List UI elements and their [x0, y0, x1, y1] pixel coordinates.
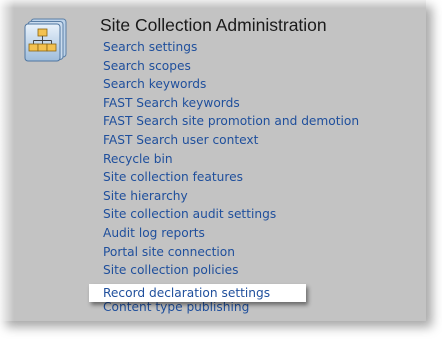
- list-item: Search settings: [103, 38, 359, 57]
- site-collection-administration-panel: Site Collection Administration Search se…: [0, 0, 426, 321]
- portal-site-connection-link[interactable]: Portal site connection: [103, 245, 235, 259]
- list-item: Search scopes: [103, 57, 359, 76]
- content-type-publishing-link[interactable]: Content type publishing: [103, 300, 249, 314]
- search-keywords-link[interactable]: Search keywords: [103, 77, 206, 91]
- list-item: FAST Search site promotion and demotion: [103, 112, 359, 131]
- list-item: FAST Search user context: [103, 131, 359, 150]
- list-item: Portal site connection: [103, 243, 359, 262]
- fast-search-keywords-link[interactable]: FAST Search keywords: [103, 96, 240, 110]
- screenshot-stage: Site Collection Administration Search se…: [0, 0, 442, 343]
- list-item: Site collection audit settings: [103, 205, 359, 224]
- highlighted-link-callout: Record declaration settings: [89, 284, 306, 302]
- site-collection-audit-settings-link[interactable]: Site collection audit settings: [103, 207, 276, 221]
- panel-edge-fade: [0, 0, 14, 321]
- list-item: Recycle bin: [103, 150, 359, 169]
- site-hierarchy-link[interactable]: Site hierarchy: [103, 189, 188, 203]
- search-settings-link[interactable]: Search settings: [103, 40, 197, 54]
- recycle-bin-link[interactable]: Recycle bin: [103, 152, 173, 166]
- site-hierarchy-icon: [24, 16, 68, 62]
- list-item: FAST Search keywords: [103, 94, 359, 113]
- panel-top-fade: [0, 0, 426, 8]
- list-item: Site collection policies: [103, 261, 359, 280]
- admin-links-list: Search settings Search scopes Search key…: [103, 38, 359, 317]
- list-item: Site collection features: [103, 168, 359, 187]
- section-title: Site Collection Administration: [100, 15, 327, 35]
- audit-log-reports-link[interactable]: Audit log reports: [103, 226, 205, 240]
- fast-search-promotion-demotion-link[interactable]: FAST Search site promotion and demotion: [103, 114, 359, 128]
- search-scopes-link[interactable]: Search scopes: [103, 59, 191, 73]
- list-item: Site hierarchy: [103, 187, 359, 206]
- fast-search-user-context-link[interactable]: FAST Search user context: [103, 133, 258, 147]
- list-item: Search keywords: [103, 75, 359, 94]
- list-item: Audit log reports: [103, 224, 359, 243]
- site-collection-policies-link[interactable]: Site collection policies: [103, 263, 239, 277]
- site-collection-features-link[interactable]: Site collection features: [103, 170, 243, 184]
- record-declaration-settings-link[interactable]: Record declaration settings: [103, 284, 270, 302]
